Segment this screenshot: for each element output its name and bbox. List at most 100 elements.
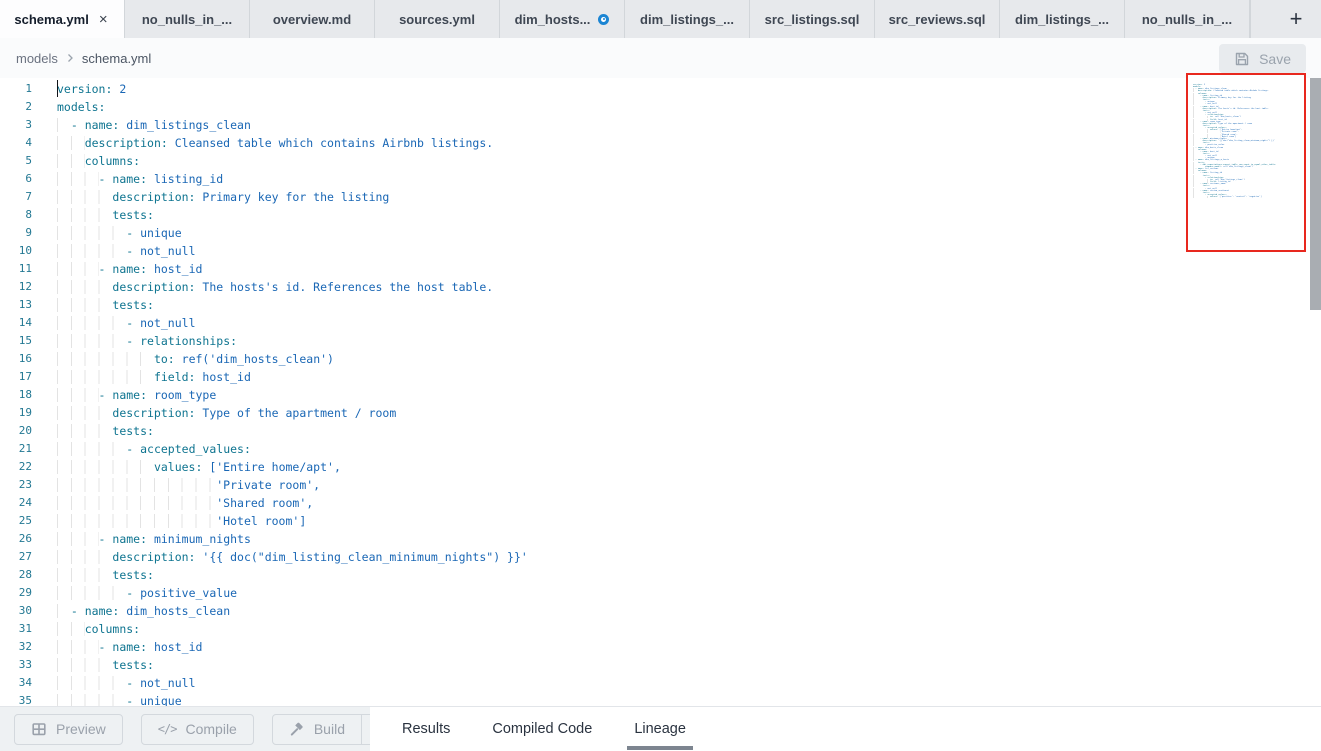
code-line[interactable]: 21 - accepted_values: — [0, 440, 1321, 458]
tab-dim-hosts[interactable]: dim_hosts... — [500, 0, 625, 38]
code-text: - name: host_id — [57, 260, 202, 278]
code-line[interactable]: 3 - name: dim_listings_clean — [0, 116, 1321, 134]
code-line[interactable]: 18 - name: room_type — [0, 386, 1321, 404]
code-line[interactable]: 24 'Shared room', — [0, 494, 1321, 512]
code-line[interactable]: 22 values: ['Entire home/apt', — [0, 458, 1321, 476]
line-number: 5 — [0, 152, 32, 170]
text-cursor — [57, 80, 59, 97]
code-line[interactable]: 13 tests: — [0, 296, 1321, 314]
code-line[interactable]: 32 - name: host_id — [0, 638, 1321, 656]
code-text: tests: — [57, 206, 154, 224]
open-file-tabs: schema.yml×no_nulls_in_...overview.mdsou… — [0, 0, 1250, 38]
code-line[interactable]: 28 tests: — [0, 566, 1321, 584]
code-line[interactable]: 20 tests: — [0, 422, 1321, 440]
code-text: tests: — [57, 566, 154, 584]
tab-label: no_nulls_in_... — [1142, 12, 1232, 27]
code-line[interactable]: 26 - name: minimum_nights — [0, 530, 1321, 548]
line-number: 4 — [0, 134, 32, 152]
code-text: - relationships: — [57, 332, 237, 350]
code-line[interactable]: 2models: — [0, 98, 1321, 116]
chevron-right-icon — [64, 52, 76, 64]
code-line[interactable]: 30 - name: dim_hosts_clean — [0, 602, 1321, 620]
code-line[interactable]: 12 description: The hosts's id. Referenc… — [0, 278, 1321, 296]
line-number: 3 — [0, 116, 32, 134]
code-text: description: The hosts's id. References … — [57, 278, 493, 296]
tab-schema-yml[interactable]: schema.yml × — [0, 0, 125, 38]
vertical-scrollbar[interactable] — [1310, 78, 1321, 310]
code-editor[interactable]: 1version: 22models:3 - name: dim_listing… — [0, 78, 1321, 706]
code-line[interactable]: 8 tests: — [0, 206, 1321, 224]
tab-src-reviews-sql[interactable]: src_reviews.sql — [875, 0, 1000, 38]
code-line[interactable]: 31 columns: — [0, 620, 1321, 638]
tab-dim-listings[interactable]: dim_listings_... — [625, 0, 750, 38]
code-line[interactable]: 33 tests: — [0, 656, 1321, 674]
line-number: 7 — [0, 188, 32, 206]
line-number: 2 — [0, 98, 32, 116]
line-number: 12 — [0, 278, 32, 296]
tab-no-nulls-in[interactable]: no_nulls_in_... — [125, 0, 250, 38]
close-icon[interactable]: × — [97, 12, 110, 27]
code-line[interactable]: 34 - not_null — [0, 674, 1321, 692]
code-text: - unique — [57, 224, 182, 242]
code-text: description: Primary key for the listing — [57, 188, 389, 206]
code-text: - positive_value — [57, 584, 237, 602]
tab-no-nulls-in[interactable]: no_nulls_in_... — [1125, 0, 1250, 38]
tab-results[interactable]: Results — [400, 707, 452, 751]
tab-lineage[interactable]: Lineage — [632, 707, 688, 751]
code-line[interactable]: 19 description: Type of the apartment / … — [0, 404, 1321, 422]
code-line[interactable]: 16 to: ref('dim_hosts_clean') — [0, 350, 1321, 368]
code-line[interactable]: 11 - name: host_id — [0, 260, 1321, 278]
tab-src-listings-sql[interactable]: src_listings.sql — [750, 0, 875, 38]
code-line[interactable]: 1version: 2 — [0, 80, 1321, 98]
code-text: 'Hotel room'] — [57, 512, 306, 530]
tab-compiled-code[interactable]: Compiled Code — [490, 707, 594, 751]
code-line[interactable]: 7 description: Primary key for the listi… — [0, 188, 1321, 206]
code-line[interactable]: 17 field: host_id — [0, 368, 1321, 386]
code-text: description: Type of the apartment / roo… — [57, 404, 396, 422]
line-number: 24 — [0, 494, 32, 512]
code-line[interactable]: 4 description: Cleansed table which cont… — [0, 134, 1321, 152]
breadcrumb-models[interactable]: models — [16, 51, 58, 66]
new-tab-button[interactable]: + — [1273, 0, 1319, 38]
hammer-icon — [289, 721, 305, 737]
preview-button[interactable]: Preview — [14, 714, 123, 745]
code-line[interactable]: 29 - positive_value — [0, 584, 1321, 602]
code-text: 'Shared room', — [57, 494, 313, 512]
line-number: 13 — [0, 296, 32, 314]
minimap[interactable]: version: 2models: - name: dim_listings_c… — [1188, 75, 1304, 250]
preview-label: Preview — [56, 721, 106, 737]
save-button[interactable]: Save — [1219, 44, 1306, 73]
code-line[interactable]: 27 description: '{{ doc("dim_listing_cle… — [0, 548, 1321, 566]
code-text: - not_null — [57, 674, 196, 692]
code-line[interactable]: 25 'Hotel room'] — [0, 512, 1321, 530]
build-button[interactable]: Build — [272, 714, 362, 745]
code-line[interactable]: 15 - relationships: — [0, 332, 1321, 350]
code-text: - not_null — [57, 242, 196, 260]
compile-button[interactable]: </> Compile — [141, 714, 254, 745]
code-line[interactable]: 35 - unique — [0, 692, 1321, 706]
line-number: 23 — [0, 476, 32, 494]
code-line[interactable]: 9 - unique — [0, 224, 1321, 242]
tab-sources-yml[interactable]: sources.yml — [375, 0, 500, 38]
tab-overview-md[interactable]: overview.md — [250, 0, 375, 38]
tab-dim-listings[interactable]: dim_listings_... — [1000, 0, 1125, 38]
code-line[interactable]: 23 'Private room', — [0, 476, 1321, 494]
code-line[interactable]: 5 columns: — [0, 152, 1321, 170]
code-line[interactable]: 14 - not_null — [0, 314, 1321, 332]
code-text: 'Private room', — [57, 476, 320, 494]
line-number: 18 — [0, 386, 32, 404]
code-text: columns: — [57, 620, 140, 638]
tab-label: schema.yml — [14, 12, 88, 27]
tab-bar-spacer — [1250, 0, 1273, 38]
code-text: - name: dim_listings_clean — [57, 116, 251, 134]
line-number: 15 — [0, 332, 32, 350]
floppy-save-icon — [1234, 51, 1250, 67]
code-line[interactable]: 6 - name: listing_id — [0, 170, 1321, 188]
code-text: - accepted_values: — [57, 440, 251, 458]
code-text: tests: — [57, 422, 154, 440]
ide-window: schema.yml×no_nulls_in_...overview.mdsou… — [0, 0, 1321, 751]
line-number: 32 — [0, 638, 32, 656]
line-number: 11 — [0, 260, 32, 278]
breadcrumb-file[interactable]: schema.yml — [82, 51, 151, 66]
code-line[interactable]: 10 - not_null — [0, 242, 1321, 260]
